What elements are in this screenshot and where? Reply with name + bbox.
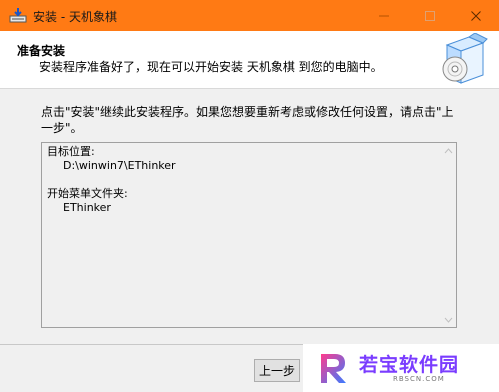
installer-app-icon	[9, 7, 27, 24]
software-box-cd-icon	[433, 32, 489, 87]
close-button[interactable]	[453, 0, 499, 31]
instruction-text: 点击"安装"继续此安装程序。如果您想要重新考虑或修改任何设置，请点击"上一步"。	[41, 105, 454, 135]
back-button[interactable]: 上一步	[254, 359, 300, 382]
maximize-button[interactable]	[407, 0, 453, 31]
destination-label: 目标位置:	[47, 145, 95, 158]
watermark-overlay: 若宝软件园 RBSCN.COM	[303, 344, 499, 392]
scroll-down-icon[interactable]	[441, 313, 456, 327]
start-menu-folder-value: EThinker	[63, 201, 111, 214]
settings-summary-content: 目标位置: D:\winwin7\EThinker 开始菜单文件夹: EThin…	[47, 145, 176, 215]
wizard-header: 准备安装 安装程序准备好了，现在可以开始安装 天机象棋 到您的电脑中。	[0, 31, 499, 89]
window-title: 安装 - 天机象棋	[33, 10, 117, 24]
destination-value: D:\winwin7\EThinker	[63, 159, 176, 172]
page-title: 准备安装	[17, 44, 66, 58]
title-bar: 安装 - 天机象棋	[0, 0, 499, 31]
minimize-icon	[379, 15, 389, 17]
minimize-button[interactable]	[361, 0, 407, 31]
vertical-scrollbar[interactable]	[441, 143, 456, 327]
watermark-url: RBSCN.COM	[393, 375, 445, 383]
page-subtitle: 安装程序准备好了，现在可以开始安装 天机象棋 到您的电脑中。	[39, 60, 383, 74]
watermark-logo-icon	[315, 350, 351, 386]
watermark-title: 若宝软件园	[359, 354, 460, 376]
close-icon	[471, 11, 481, 21]
scroll-up-icon[interactable]	[441, 144, 456, 158]
scrollbar-track[interactable]	[442, 158, 455, 312]
start-menu-folder-label: 开始菜单文件夹:	[47, 187, 128, 200]
maximize-icon	[425, 11, 435, 21]
settings-summary-box[interactable]: 目标位置: D:\winwin7\EThinker 开始菜单文件夹: EThin…	[41, 142, 457, 328]
